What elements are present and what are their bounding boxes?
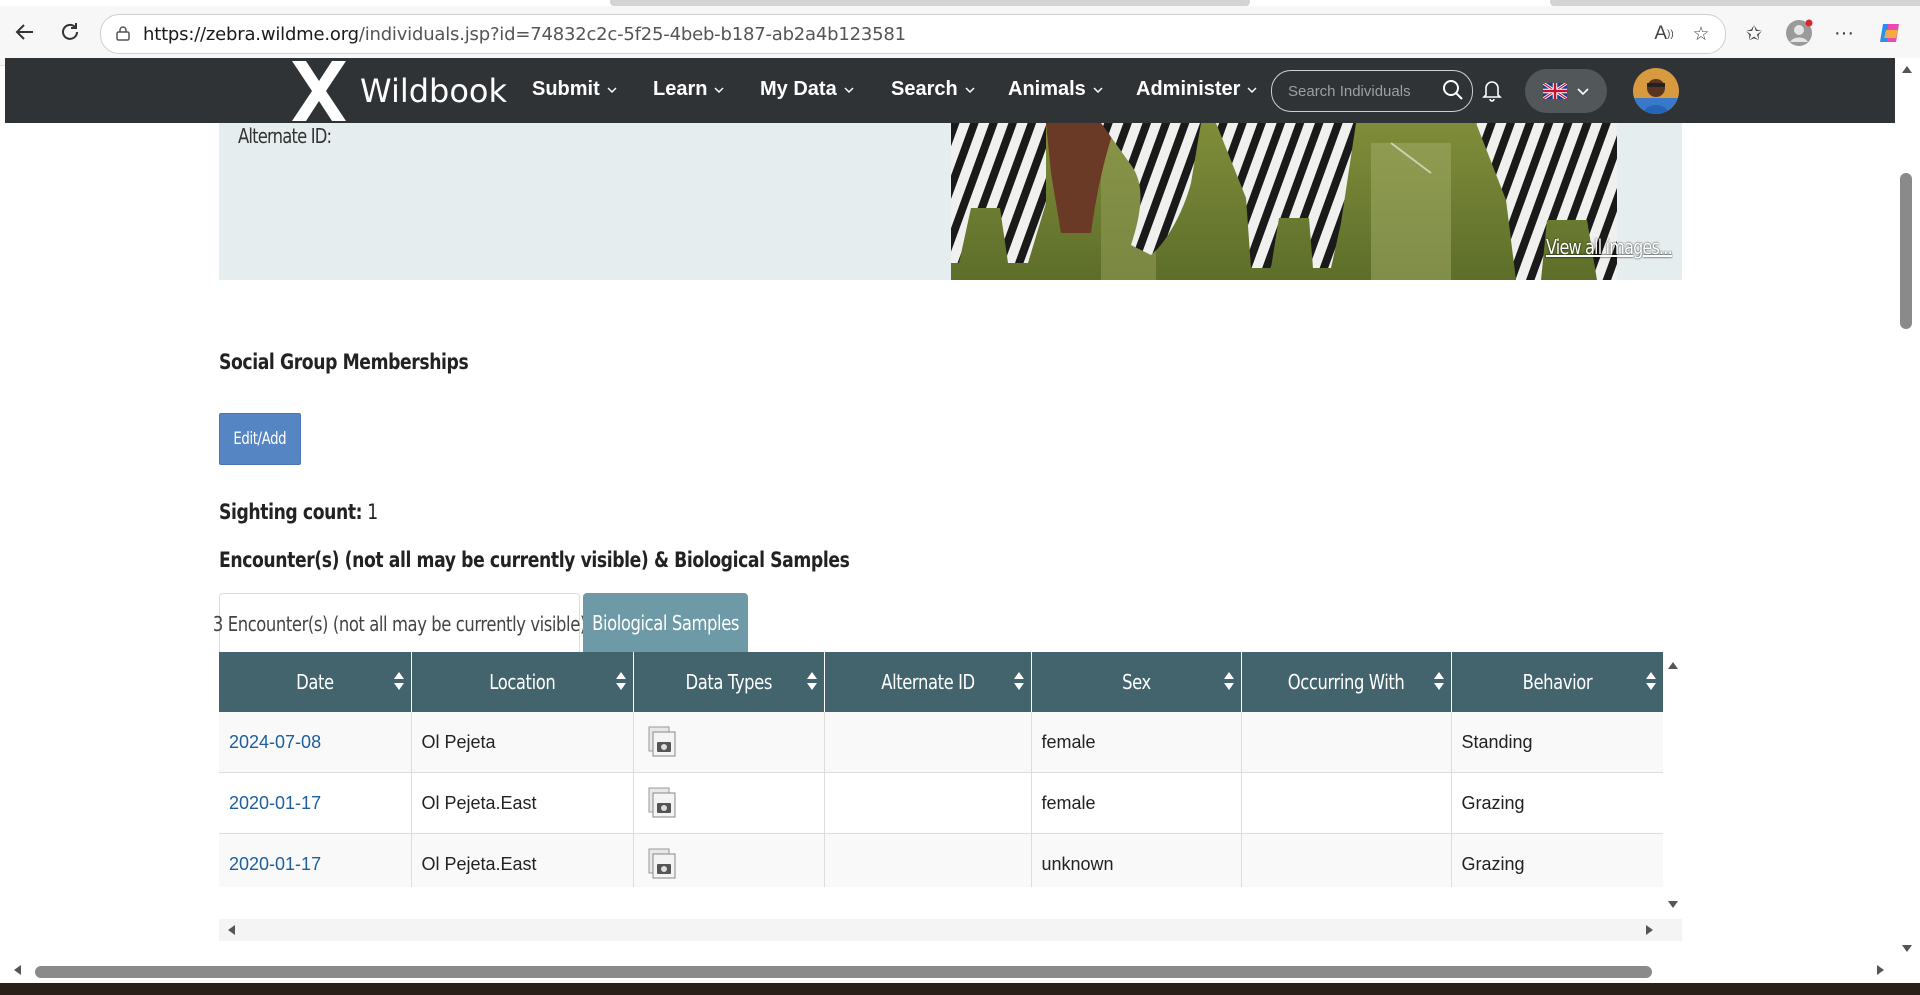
sighting-count: Sighting count: 1 <box>219 500 378 524</box>
lock-icon[interactable] <box>115 25 131 41</box>
more-icon[interactable]: ··· <box>1828 17 1860 49</box>
refresh-icon[interactable] <box>55 17 85 47</box>
encounters-table-wrap: Date Location Data Types Alternate ID Se… <box>219 652 1663 887</box>
table-header-row: Date Location Data Types Alternate ID Se… <box>219 652 1663 712</box>
site-navbar: Wildbook Submit Learn My Data Search Ani… <box>5 58 1895 123</box>
encounter-location: Ol Pejeta.East <box>411 772 634 834</box>
encounters-table: Date Location Data Types Alternate ID Se… <box>219 652 1663 887</box>
data-types-cell <box>633 772 825 834</box>
url-text[interactable]: https://zebra.wildme.org/individuals.jsp… <box>143 24 906 45</box>
table-row[interactable]: 2020-01-17 Ol Pejeta.East unknown Grazin… <box>219 833 1663 887</box>
browser-toolbar: https://zebra.wildme.org/individuals.jsp… <box>0 0 1920 66</box>
table-horizontal-scrollbar[interactable] <box>219 919 1682 941</box>
alternate-id-label: Alternate ID: <box>238 124 332 148</box>
encounter-alternate-id <box>824 833 1032 887</box>
user-avatar[interactable] <box>1633 68 1679 114</box>
language-selector[interactable] <box>1525 69 1607 113</box>
data-types-cell <box>633 712 825 773</box>
chevron-down-icon <box>714 86 724 93</box>
chevron-down-icon <box>1093 86 1103 93</box>
wildbook-x-logo-icon <box>292 61 346 121</box>
tab-encounters[interactable]: 3 Encounter(s) (not all may be currently… <box>213 593 586 654</box>
encounter-occurring-with <box>1241 772 1452 834</box>
photo-data-icon[interactable] <box>644 846 680 882</box>
encounter-behavior: Grazing <box>1451 772 1663 834</box>
page-horizontal-scroll-thumb[interactable] <box>35 966 1652 978</box>
encounter-occurring-with <box>1241 833 1452 887</box>
favorite-star-icon[interactable]: ☆ <box>1688 21 1714 47</box>
table-row[interactable]: 2024-07-08 Ol Pejeta female Standing <box>219 712 1663 773</box>
photo-data-icon[interactable] <box>644 785 680 821</box>
social-group-heading: Social Group Memberships <box>219 350 469 374</box>
copilot-icon[interactable] <box>1874 17 1906 49</box>
notification-bell-icon[interactable] <box>1481 78 1503 102</box>
chevron-down-icon <box>965 86 975 93</box>
chevron-down-icon <box>844 86 854 93</box>
favorites-list-icon[interactable]: ✩ <box>1738 17 1770 49</box>
chevron-down-icon <box>1577 88 1589 96</box>
encounters-heading: Encounter(s) (not all may be currently v… <box>219 548 850 572</box>
data-types-cell <box>633 833 825 887</box>
table-vertical-scrollbar[interactable] <box>1664 652 1682 914</box>
column-header-date[interactable]: Date <box>219 652 412 712</box>
sort-icon[interactable] <box>393 671 405 691</box>
column-header-behavior[interactable]: Behavior <box>1451 652 1663 712</box>
encounter-alternate-id <box>824 772 1032 834</box>
menu-administer[interactable]: Administer <box>1136 78 1257 101</box>
sort-icon[interactable] <box>1433 671 1445 691</box>
encounter-alternate-id <box>824 712 1032 773</box>
column-header-data-types[interactable]: Data Types <box>633 652 825 712</box>
tab-biological-samples[interactable]: Biological Samples <box>583 593 748 653</box>
view-all-images-link[interactable]: View all images... <box>1546 235 1673 259</box>
menu-animals[interactable]: Animals <box>1008 78 1103 101</box>
address-bar[interactable]: https://zebra.wildme.org/individuals.jsp… <box>100 14 1726 54</box>
edit-add-button[interactable]: Edit/Add <box>219 413 301 465</box>
sort-icon[interactable] <box>1223 671 1235 691</box>
encounter-occurring-with <box>1241 712 1452 773</box>
taskbar-edge <box>0 983 1920 995</box>
profile-icon[interactable] <box>1783 17 1815 49</box>
menu-learn[interactable]: Learn <box>653 78 724 101</box>
encounter-behavior: Standing <box>1451 712 1663 773</box>
uk-flag-icon <box>1543 83 1567 99</box>
zebra-photo[interactable] <box>951 123 1617 280</box>
read-aloud-icon[interactable]: A)) <box>1651 21 1677 47</box>
encounter-sex: female <box>1031 772 1242 834</box>
individual-search[interactable] <box>1271 70 1473 112</box>
menu-submit[interactable]: Submit <box>532 78 617 101</box>
back-icon[interactable] <box>10 17 40 47</box>
page-vertical-scroll-thumb[interactable] <box>1900 173 1912 329</box>
sort-icon[interactable] <box>1645 671 1657 691</box>
encounter-location: Ol Pejeta.East <box>411 833 634 887</box>
search-icon[interactable] <box>1442 79 1464 101</box>
column-header-sex[interactable]: Sex <box>1031 652 1242 712</box>
tab-strip <box>0 0 1920 6</box>
search-individuals-input[interactable] <box>1286 80 1440 102</box>
encounter-date-link[interactable]: 2024-07-08 <box>219 712 412 773</box>
column-header-location[interactable]: Location <box>411 652 634 712</box>
column-header-occurring-with[interactable]: Occurring With <box>1241 652 1452 712</box>
wildbook-logo[interactable]: Wildbook <box>288 61 507 121</box>
chevron-down-icon <box>607 86 617 93</box>
encounter-date-link[interactable]: 2020-01-17 <box>219 772 412 834</box>
encounter-date-link[interactable]: 2020-01-17 <box>219 833 412 887</box>
photo-data-icon[interactable] <box>644 724 680 760</box>
encounter-behavior: Grazing <box>1451 833 1663 887</box>
sort-icon[interactable] <box>806 671 818 691</box>
menu-search[interactable]: Search <box>891 78 975 101</box>
column-header-alternate-id[interactable]: Alternate ID <box>824 652 1032 712</box>
brand-name: Wildbook <box>360 72 508 110</box>
menu-my-data[interactable]: My Data <box>760 78 854 101</box>
sort-icon[interactable] <box>615 671 627 691</box>
encounter-sex: unknown <box>1031 833 1242 887</box>
encounter-location: Ol Pejeta <box>411 712 634 773</box>
sort-icon[interactable] <box>1013 671 1025 691</box>
encounter-sex: female <box>1031 712 1242 773</box>
chevron-down-icon <box>1247 86 1257 93</box>
table-row[interactable]: 2020-01-17 Ol Pejeta.East female Grazing <box>219 772 1663 834</box>
